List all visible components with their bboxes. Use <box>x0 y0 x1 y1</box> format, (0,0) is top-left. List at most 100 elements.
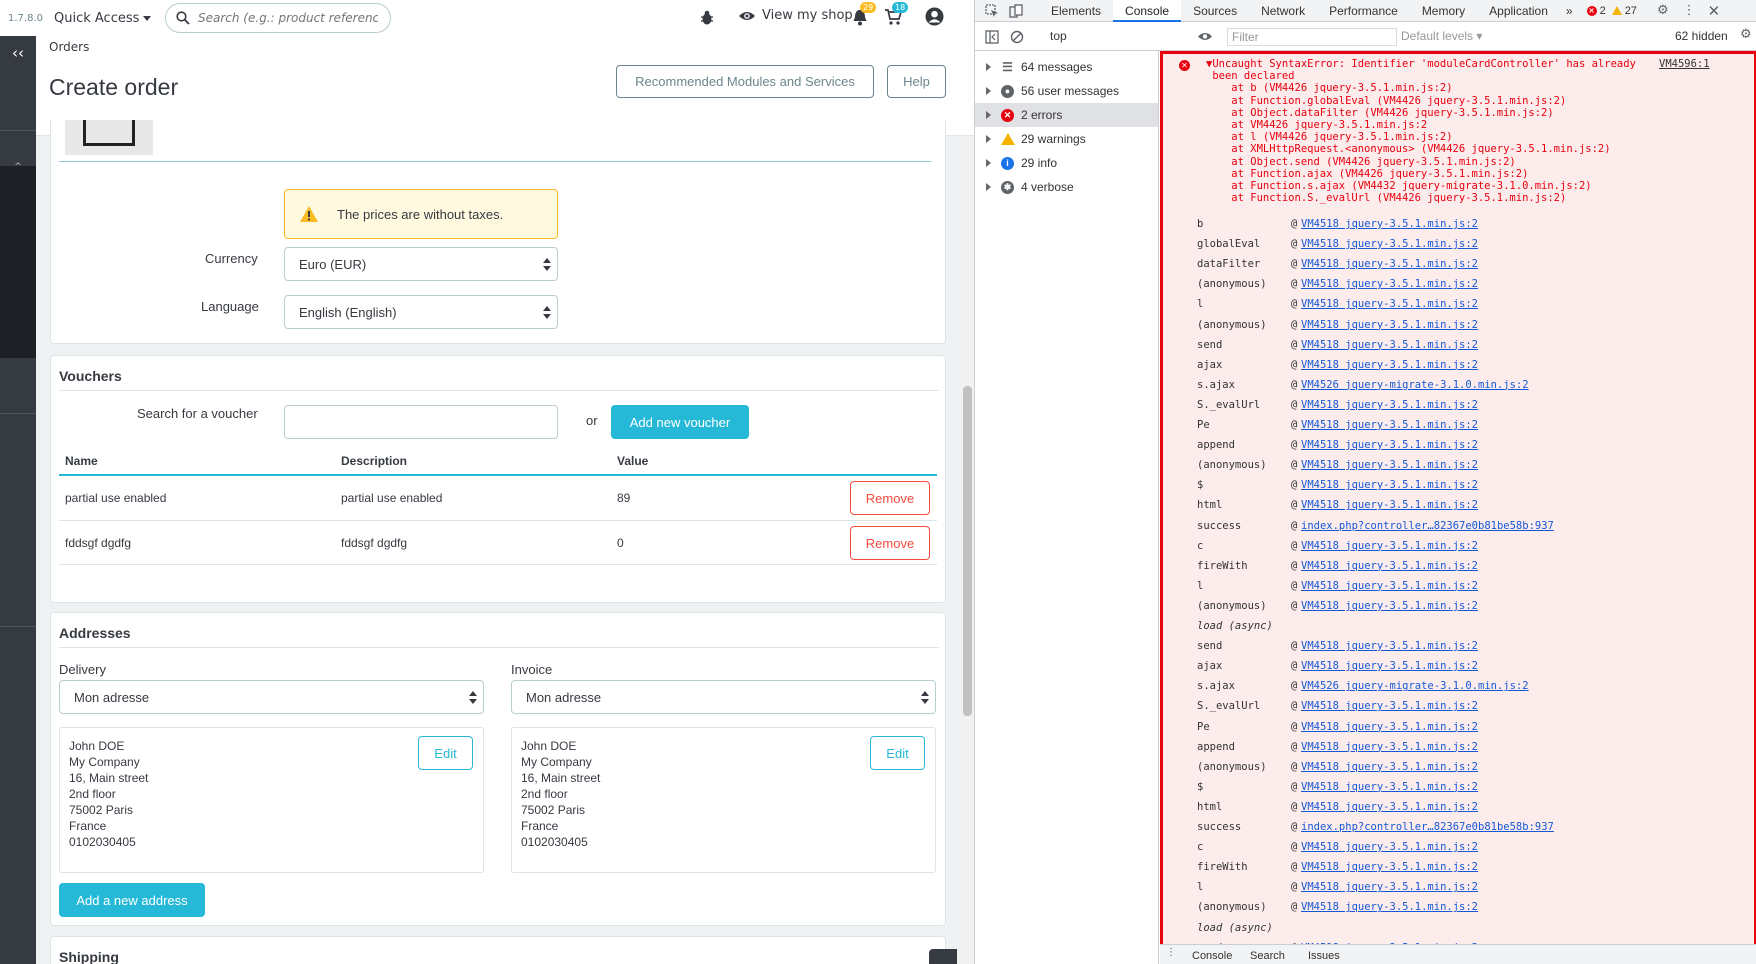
issue-counters[interactable]: ✕ 2 27 <box>1586 5 1637 17</box>
kebab-menu-icon[interactable]: ⋮ <box>1683 3 1696 18</box>
frame-source-link[interactable]: VM4518 jquery-3.5.1.min.js:2 <box>1301 295 1478 313</box>
voucher-description: partial use enabled <box>341 491 443 505</box>
help-button[interactable]: Help <box>887 65 946 98</box>
account-avatar-icon[interactable] <box>925 7 944 26</box>
frame-source-link[interactable]: VM4518 jquery-3.5.1.min.js:2 <box>1301 456 1478 474</box>
tab-elements[interactable]: Elements <box>1039 0 1113 22</box>
recommended-modules-button[interactable]: Recommended Modules and Services <box>616 65 874 98</box>
frame-source-link[interactable]: VM4518 jquery-3.5.1.min.js:2 <box>1301 496 1478 514</box>
tab-console[interactable]: Console <box>1113 0 1182 22</box>
chevron-up-icon[interactable]: ^ <box>0 162 36 172</box>
quick-access-menu[interactable]: Quick Access <box>54 11 152 26</box>
frame-source-link[interactable]: VM4518 jquery-3.5.1.min.js:2 <box>1301 235 1478 253</box>
frame-source-link[interactable]: VM4518 jquery-3.5.1.min.js:2 <box>1301 215 1478 233</box>
frame-source-link[interactable]: VM4518 jquery-3.5.1.min.js:2 <box>1301 255 1478 273</box>
frame-source-link[interactable]: VM4518 jquery-3.5.1.min.js:2 <box>1301 838 1478 856</box>
frame-source-link[interactable]: VM4526 jquery-migrate-3.1.0.min.js:2 <box>1301 376 1529 394</box>
tab-memory[interactable]: Memory <box>1410 0 1477 22</box>
frame-source-link[interactable]: VM4518 jquery-3.5.1.min.js:2 <box>1301 798 1478 816</box>
tab-network[interactable]: Network <box>1249 0 1317 22</box>
voucher-search-input[interactable] <box>284 405 558 439</box>
sidebar-item-verbose[interactable]: ✱ 4 verbose <box>975 175 1158 199</box>
frame-source-link[interactable]: VM4518 jquery-3.5.1.min.js:2 <box>1301 476 1478 494</box>
console-filter-input[interactable]: Filter <box>1227 28 1397 46</box>
frame-source-link[interactable]: VM4518 jquery-3.5.1.min.js:2 <box>1301 657 1478 675</box>
frame-source-link[interactable]: VM4518 jquery-3.5.1.min.js:2 <box>1301 356 1478 374</box>
collapse-menu-icon[interactable]: ‹‹ <box>0 44 36 62</box>
frame-source-link[interactable]: VM4518 jquery-3.5.1.min.js:2 <box>1301 758 1478 776</box>
sidebar-item-messages[interactable]: ☰ 64 messages <box>975 55 1158 79</box>
orders-button[interactable]: 18 <box>884 2 909 26</box>
frame-source-link[interactable]: VM4518 jquery-3.5.1.min.js:2 <box>1301 637 1478 655</box>
settings-gear-icon[interactable]: ⚙ <box>1657 3 1669 18</box>
search-input[interactable] <box>198 11 378 25</box>
sidebar-toggle-icon[interactable] <box>985 30 999 44</box>
frame-source-link[interactable]: VM4518 jquery-3.5.1.min.js:2 <box>1301 718 1478 736</box>
error-stack-text[interactable]: ▼Uncaught SyntaxError: Identifier 'modul… <box>1206 58 1646 204</box>
log-levels-dropdown[interactable]: Default levels ▾ <box>1401 29 1482 43</box>
console-settings-gear-icon[interactable]: ⚙ <box>1740 27 1752 42</box>
sidebar-item-user-messages[interactable]: ● 56 user messages <box>975 79 1158 103</box>
frame-source-link[interactable]: VM4518 jquery-3.5.1.min.js:2 <box>1301 697 1478 715</box>
frame-source-link[interactable]: VM4518 jquery-3.5.1.min.js:2 <box>1301 898 1478 916</box>
scrollbar-thumb[interactable] <box>963 386 972 716</box>
search-icon <box>176 11 190 25</box>
error-source-link[interactable]: VM4596:1 <box>1659 58 1710 70</box>
frame-source-link[interactable]: index.php?controller…82367e0b81be58b:937 <box>1301 517 1554 535</box>
remove-voucher-button[interactable]: Remove <box>850 526 930 560</box>
frame-source-link[interactable]: VM4518 jquery-3.5.1.min.js:2 <box>1301 336 1478 354</box>
at-symbol: @ <box>1291 579 1298 592</box>
search-bar[interactable] <box>165 3 391 33</box>
invoice-address-select[interactable]: Mon adresse <box>511 680 936 714</box>
inspect-element-icon[interactable] <box>985 3 999 18</box>
edit-invoice-address-button[interactable]: Edit <box>870 736 925 770</box>
frame-source-link[interactable]: VM4518 jquery-3.5.1.min.js:2 <box>1301 597 1478 615</box>
sidebar-item-label: 29 warnings <box>1021 132 1086 146</box>
remove-voucher-button[interactable]: Remove <box>850 481 930 515</box>
currency-select[interactable]: Euro (EUR) <box>284 247 558 281</box>
sidebar-item-errors[interactable]: ✕ 2 errors <box>975 103 1158 127</box>
frame-source-link[interactable]: VM4518 jquery-3.5.1.min.js:2 <box>1301 858 1478 876</box>
more-tabs-button[interactable]: » <box>1560 0 1579 22</box>
tab-performance[interactable]: Performance <box>1317 0 1410 22</box>
frame-source-link[interactable]: VM4518 jquery-3.5.1.min.js:2 <box>1301 557 1478 575</box>
frame-source-link[interactable]: VM4518 jquery-3.5.1.min.js:2 <box>1301 316 1478 334</box>
sidebar-item-info[interactable]: i 29 info <box>975 151 1158 175</box>
frame-source-link[interactable]: VM4518 jquery-3.5.1.min.js:2 <box>1301 577 1478 595</box>
live-expression-eye-icon[interactable] <box>1197 31 1213 42</box>
page-scrollbar[interactable] <box>961 136 974 964</box>
tab-application[interactable]: Application <box>1477 0 1560 22</box>
drawer-tab-console[interactable]: Console <box>1192 950 1232 962</box>
breadcrumb[interactable]: Orders <box>49 40 89 54</box>
edit-delivery-address-button[interactable]: Edit <box>418 736 473 770</box>
frame-source-link[interactable]: index.php?controller…82367e0b81be58b:937 <box>1301 818 1554 836</box>
view-shop-link[interactable]: View my shop <box>738 8 853 23</box>
add-new-voucher-button[interactable]: Add new voucher <box>611 405 749 439</box>
debug-toolbar-toggle[interactable] <box>929 949 957 964</box>
device-toolbar-icon[interactable] <box>1009 3 1023 18</box>
frame-source-link[interactable]: VM4518 jquery-3.5.1.min.js:2 <box>1301 878 1478 896</box>
drawer-tab-issues[interactable]: Issues <box>1308 950 1340 962</box>
frame-source-link[interactable]: VM4518 jquery-3.5.1.min.js:2 <box>1301 738 1478 756</box>
delivery-address-select[interactable]: Mon adresse <box>59 680 484 714</box>
frame-source-link[interactable]: VM4526 jquery-migrate-3.1.0.min.js:2 <box>1301 677 1529 695</box>
context-selector[interactable]: top <box>1050 29 1210 43</box>
tab-sources[interactable]: Sources <box>1181 0 1249 22</box>
drawer-menu-icon[interactable]: ⋮ <box>1166 947 1176 958</box>
frame-source-link[interactable]: VM4518 jquery-3.5.1.min.js:2 <box>1301 275 1478 293</box>
close-icon[interactable]: ✕ <box>1708 2 1721 20</box>
frame-source-link[interactable]: VM4518 jquery-3.5.1.min.js:2 <box>1301 436 1478 454</box>
frame-source-link[interactable]: VM4518 jquery-3.5.1.min.js:2 <box>1301 396 1478 414</box>
sidebar-item-label: 2 errors <box>1021 108 1063 122</box>
language-select[interactable]: English (English) <box>284 295 558 329</box>
add-new-address-button[interactable]: Add a new address <box>59 883 205 917</box>
delivery-address-card: John DOE My Company 16, Main street 2nd … <box>59 727 484 873</box>
drawer-tab-search[interactable]: Search <box>1250 950 1285 962</box>
clear-console-icon[interactable] <box>1010 30 1024 44</box>
frame-source-link[interactable]: VM4518 jquery-3.5.1.min.js:2 <box>1301 537 1478 555</box>
frame-source-link[interactable]: VM4518 jquery-3.5.1.min.js:2 <box>1301 778 1478 796</box>
frame-source-link[interactable]: VM4518 jquery-3.5.1.min.js:2 <box>1301 416 1478 434</box>
sidebar-item-warnings[interactable]: 29 warnings <box>975 127 1158 151</box>
debug-bug-icon[interactable] <box>700 10 714 26</box>
notifications-button[interactable]: 29 <box>852 2 877 26</box>
